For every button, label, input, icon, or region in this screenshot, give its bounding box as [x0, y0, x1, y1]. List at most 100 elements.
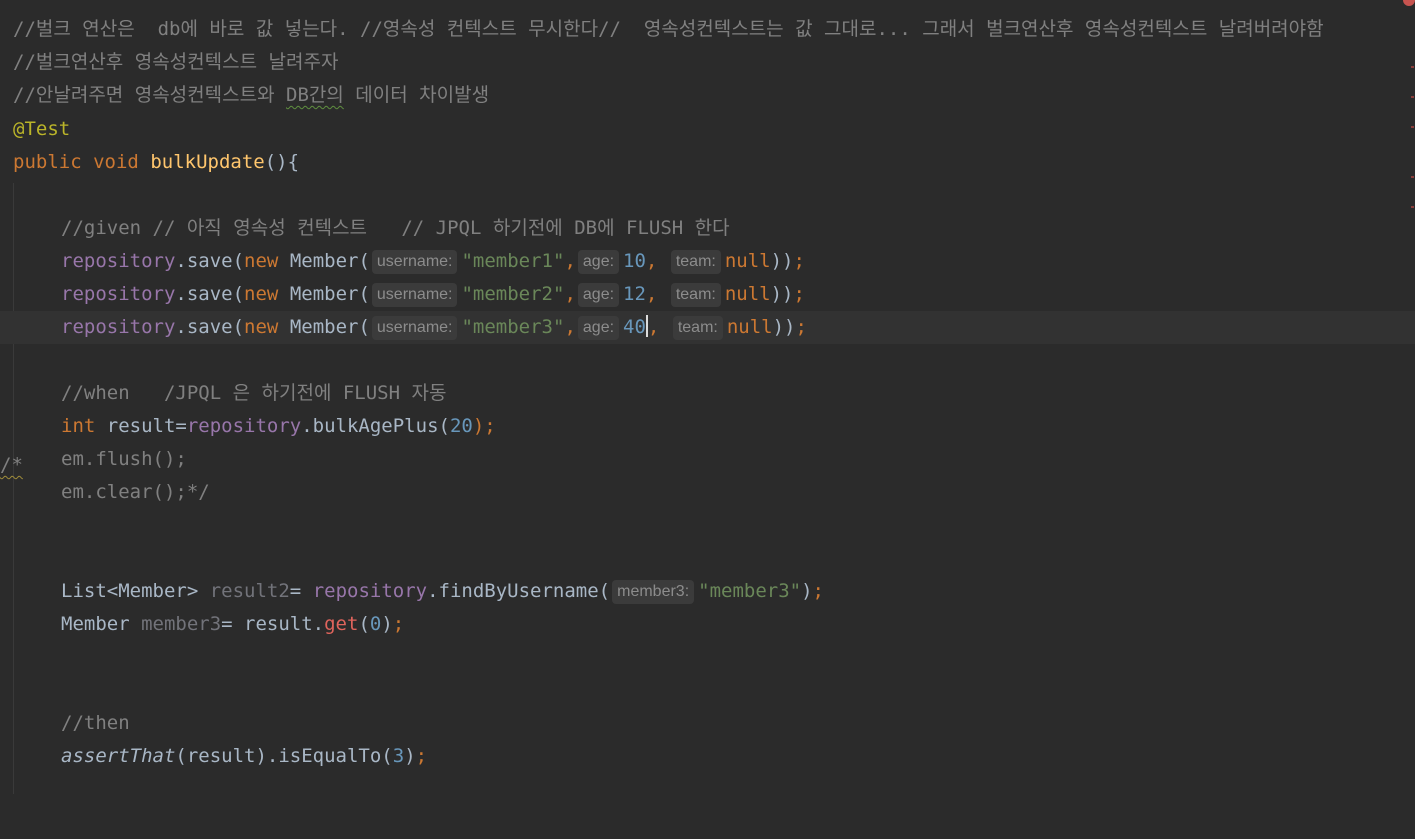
save-method[interactable]: .save(	[175, 316, 244, 338]
comment-then: //then	[61, 712, 130, 734]
number-literal: 12	[623, 283, 646, 305]
code-line[interactable]: public void bulkUpdate(){	[0, 146, 1415, 179]
code-line[interactable]: List<Member> result2= repository.findByU…	[0, 575, 1415, 608]
keyword-int: int	[61, 415, 96, 437]
error-stripe-mark[interactable]	[1411, 66, 1414, 68]
error-get-method[interactable]: get	[324, 613, 358, 635]
assign: = result.	[221, 613, 325, 635]
result-assign: result=	[95, 415, 187, 437]
typo-marked-word[interactable]: DB간의	[286, 84, 344, 106]
string-literal: "member3"	[461, 316, 565, 338]
member-constructor[interactable]: Member(	[290, 316, 370, 338]
comment-text: 데이터 차이발생	[343, 84, 490, 106]
commented-clear: em.clear();*/	[61, 481, 210, 503]
number-literal: 0	[369, 613, 382, 635]
number-literal: 3	[392, 745, 405, 767]
error-stripe-mark[interactable]	[1411, 206, 1414, 208]
save-call: repository.save(new Member(username: "mem…	[61, 283, 805, 307]
member-type: Member	[61, 613, 142, 635]
statement-end: );	[472, 415, 496, 437]
keyword-null: null	[724, 250, 771, 272]
keyword-null: null	[726, 316, 773, 338]
number-literal: 10	[623, 250, 646, 272]
number-literal: 40	[623, 316, 646, 338]
repository-ref[interactable]: repository	[61, 316, 175, 338]
current-code-line[interactable]: repository.save(new Member(username: "mem…	[0, 311, 1415, 344]
error-stripe-mark[interactable]	[1411, 126, 1414, 128]
keyword-new: new	[244, 250, 279, 272]
comment-text: //안날려주면 영속성컨텍스트와	[13, 84, 286, 106]
code-line[interactable]: //then	[0, 707, 1415, 740]
code-editor[interactable]: //벌크 연산은 db에 바로 값 넣는다. //영속성 컨텍스트 무시한다//…	[0, 0, 1415, 794]
test-annotation: @Test	[13, 118, 71, 140]
string-literal: "member3"	[698, 580, 802, 602]
repository-ref[interactable]: repository	[187, 415, 301, 437]
list-type: List<Member>	[61, 580, 210, 602]
get-call: Member member3= result.get(0);	[61, 613, 405, 635]
string-literal: "member1"	[461, 250, 565, 272]
keyword-null: null	[724, 283, 771, 305]
unused-variable[interactable]: member3	[141, 613, 221, 635]
repository-ref[interactable]: repository	[313, 580, 427, 602]
code-line[interactable]: repository.save(new Member(username: "mem…	[0, 245, 1415, 278]
keyword-void: void	[93, 151, 139, 173]
code-line[interactable]: repository.save(new Member(username: "mem…	[0, 278, 1415, 311]
find-by-username-method[interactable]: .findByUsername(	[427, 580, 610, 602]
unused-variable[interactable]: result2	[210, 580, 290, 602]
code-line[interactable]: //given // 아직 영속성 컨텍스트 // JPQL 하기전에 DB에 …	[0, 212, 1415, 245]
method-declaration: public void bulkUpdate(){	[13, 146, 299, 179]
method-name[interactable]: bulkUpdate	[150, 151, 264, 173]
param-hint-age: age:	[577, 283, 620, 307]
save-method[interactable]: .save(	[175, 250, 244, 272]
code-line[interactable]: em.clear();*/	[0, 476, 1415, 509]
error-stripe-mark[interactable]	[1411, 176, 1414, 178]
comment-when: //when /JPQL 은 하기전에 FLUSH 자동	[61, 382, 447, 404]
param-hint-team: team:	[670, 250, 721, 274]
param-hint-age: age:	[577, 250, 620, 274]
method-parens: (){	[264, 151, 300, 173]
param-hint-age: age:	[577, 316, 620, 340]
bulk-age-plus-method[interactable]: .bulkAgePlus(	[301, 415, 450, 437]
error-stripe-mark[interactable]	[1411, 96, 1414, 98]
commented-flush: em.flush();	[61, 448, 187, 470]
code-line[interactable]: int result=repository.bulkAgePlus(20);	[0, 410, 1415, 443]
code-line[interactable]: //벌크연산후 영속성컨텍스트 날려주자	[0, 46, 1415, 79]
param-hint-team: team:	[670, 283, 721, 307]
assert-args: (result).isEqualTo(	[175, 745, 393, 767]
member-constructor[interactable]: Member(	[290, 250, 370, 272]
save-call: repository.save(new Member(username: "mem…	[61, 315, 807, 340]
string-literal: "member2"	[461, 283, 565, 305]
comment-bulk-note-2: //벌크연산후 영속성컨텍스트 날려주자	[13, 51, 339, 73]
member-constructor[interactable]: Member(	[290, 283, 370, 305]
assign: =	[289, 580, 313, 602]
param-hint-member3: member3:	[612, 580, 695, 604]
param-hint-username: username:	[371, 283, 458, 307]
keyword-new: new	[244, 316, 279, 338]
code-line[interactable]: @Test	[0, 113, 1415, 146]
code-line[interactable]: //안날려주면 영속성컨텍스트와 DB간의 데이터 차이발생	[0, 79, 1415, 112]
comment-bulk-note-3: //안날려주면 영속성컨텍스트와 DB간의 데이터 차이발생	[13, 79, 489, 112]
repository-ref[interactable]: repository	[61, 250, 175, 272]
number-literal: 20	[449, 415, 473, 437]
comment-bulk-note-1: //벌크 연산은 db에 바로 값 넣는다. //영속성 컨텍스트 무시한다//…	[13, 18, 1324, 40]
save-method[interactable]: .save(	[175, 283, 244, 305]
comment-given: //given // 아직 영속성 컨텍스트 // JPQL 하기전에 DB에 …	[61, 217, 730, 239]
save-call: repository.save(new Member(username: "mem…	[61, 250, 805, 274]
bulk-age-plus-call: int result=repository.bulkAgePlus(20);	[61, 410, 496, 443]
keyword-new: new	[244, 283, 279, 305]
assert-call: assertThat(result).isEqualTo(3);	[61, 745, 428, 767]
error-indicator-icon[interactable]	[1403, 0, 1415, 6]
code-line[interactable]: //when /JPQL 은 하기전에 FLUSH 자동	[0, 377, 1415, 410]
code-line[interactable]: //벌크 연산은 db에 바로 값 넣는다. //영속성 컨텍스트 무시한다//…	[0, 13, 1415, 46]
keyword-public: public	[13, 151, 82, 173]
code-line[interactable]: assertThat(result).isEqualTo(3);	[0, 740, 1415, 773]
code-line[interactable]: Member member3= result.get(0);	[0, 608, 1415, 641]
param-hint-team: team:	[672, 316, 723, 340]
param-hint-username: username:	[371, 316, 458, 340]
find-by-username-call: List<Member> result2= repository.findByU…	[61, 580, 824, 604]
repository-ref[interactable]: repository	[61, 283, 175, 305]
code-line[interactable]: em.flush();	[0, 443, 1415, 476]
assert-that-method[interactable]: assertThat	[61, 745, 175, 767]
param-hint-username: username:	[371, 250, 458, 274]
paren: (	[358, 613, 370, 635]
